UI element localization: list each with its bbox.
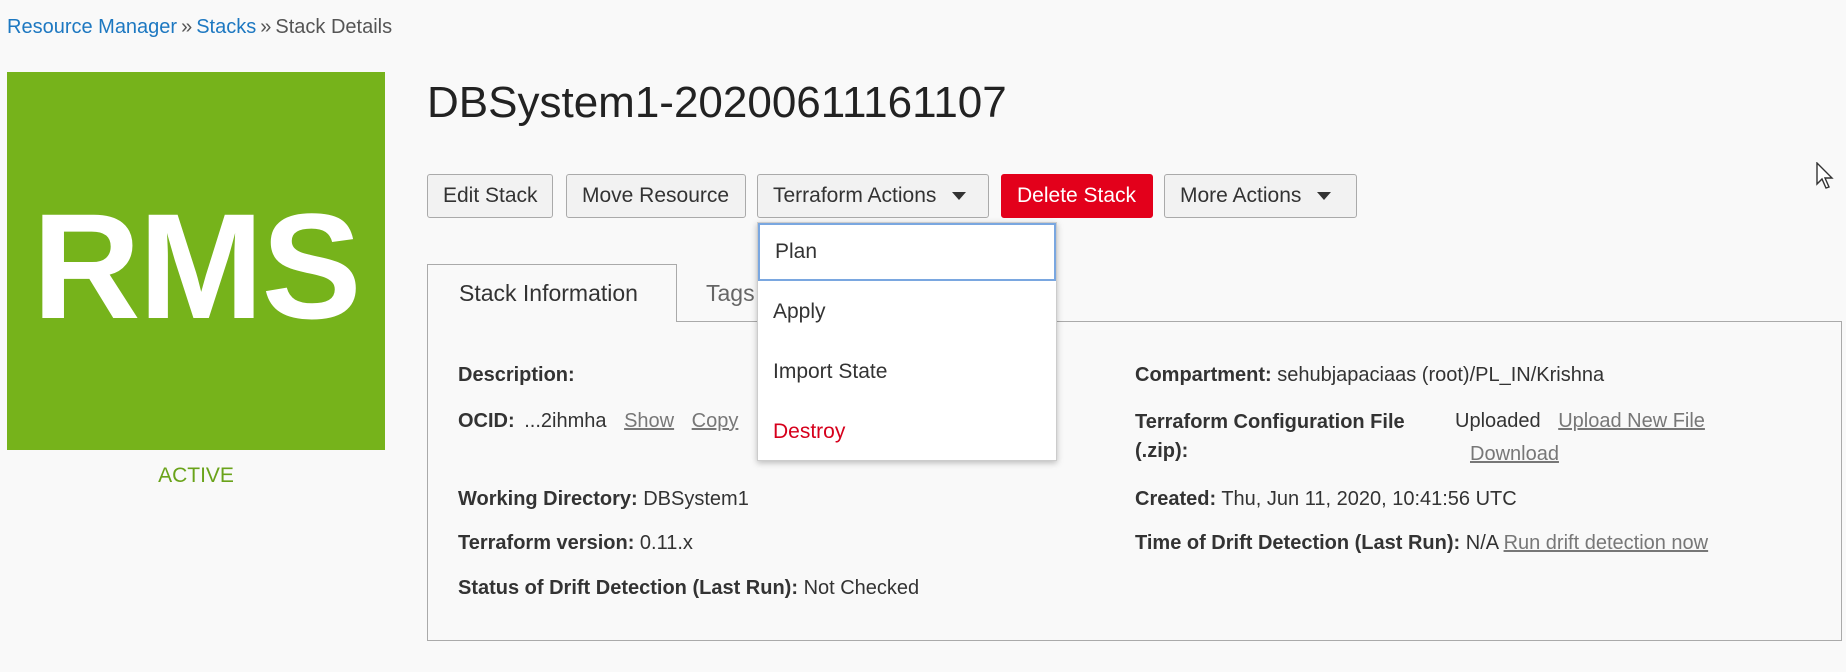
ocid-label: OCID: [458, 410, 515, 432]
delete-stack-label: Delete Stack [1017, 184, 1137, 207]
working-directory-value: DBSystem1 [643, 488, 749, 510]
terraform-actions-label: Terraform Actions [773, 184, 937, 207]
config-file-status: Uploaded [1455, 410, 1541, 432]
config-file-field: Terraform Configuration File (.zip): [1135, 408, 1405, 466]
page-title: DBSystem1-20200611161107 [427, 78, 1007, 127]
download-row: Download [1470, 443, 1559, 466]
breadcrumb-current: Stack Details [275, 16, 393, 38]
config-file-label: Terraform Configuration File [1135, 411, 1405, 433]
logo-text: RMS [32, 182, 361, 350]
created-value: Thu, Jun 11, 2020, 10:41:56 UTC [1221, 488, 1517, 510]
menu-item-apply[interactable]: Apply [758, 283, 1056, 341]
description-field: Description: [458, 364, 575, 387]
breadcrumb-resource-manager[interactable]: Resource Manager [7, 16, 177, 38]
drift-time-label: Time of Drift Detection (Last Run): [1135, 532, 1461, 554]
delete-stack-button[interactable]: Delete Stack [1001, 174, 1153, 218]
drift-status-value: Not Checked [803, 577, 920, 599]
terraform-actions-button[interactable]: Terraform Actions [757, 174, 989, 218]
terraform-version-value: 0.11.x [639, 532, 693, 554]
chevron-down-icon [1317, 192, 1332, 200]
menu-item-label: Apply [773, 300, 826, 323]
breadcrumb-stacks[interactable]: Stacks [196, 16, 256, 38]
ocid-value: ...2ihmha [524, 410, 607, 432]
created-field: Created: Thu, Jun 11, 2020, 10:41:56 UTC [1135, 488, 1517, 511]
ocid-copy-link[interactable]: Copy [692, 410, 739, 432]
menu-item-plan[interactable]: Plan [758, 223, 1056, 281]
tab-stack-information[interactable]: Stack Information [427, 264, 677, 322]
working-directory-label: Working Directory: [458, 488, 638, 510]
drift-status-label: Status of Drift Detection (Last Run): [458, 577, 798, 599]
breadcrumb: Resource Manager» Stacks» Stack Details [7, 16, 392, 39]
download-link[interactable]: Download [1470, 443, 1559, 465]
terraform-version-field: Terraform version: 0.11.x [458, 532, 693, 555]
menu-item-label: Destroy [773, 420, 846, 443]
tab-label: Stack Information [459, 280, 638, 306]
compartment-field: Compartment: sehubjapaciaas (root)/PL_IN… [1135, 364, 1604, 387]
config-file-label-ext: (.zip): [1135, 440, 1189, 462]
menu-item-label: Import State [773, 360, 888, 383]
description-label: Description: [458, 364, 575, 386]
drift-status-field: Status of Drift Detection (Last Run): No… [458, 577, 919, 600]
chevron-down-icon [952, 192, 967, 200]
drift-time-value: N/A [1465, 532, 1498, 554]
more-actions-button[interactable]: More Actions [1164, 174, 1357, 218]
created-label: Created: [1135, 488, 1217, 510]
compartment-label: Compartment: [1135, 364, 1272, 386]
tab-tags[interactable]: Tags [706, 264, 755, 322]
terraform-actions-menu: Plan Apply Import State Destroy [757, 222, 1057, 461]
upload-new-file-link[interactable]: Upload New File [1558, 410, 1705, 432]
menu-item-destroy[interactable]: Destroy [758, 403, 1056, 461]
breadcrumb-separator: » [260, 16, 272, 38]
more-actions-label: More Actions [1180, 184, 1302, 207]
status-badge: ACTIVE [158, 464, 234, 487]
ocid-field: OCID: ...2ihmha Show Copy [458, 410, 738, 433]
menu-item-import-state[interactable]: Import State [758, 343, 1056, 401]
config-file-value-row: Uploaded Upload New File [1455, 410, 1705, 433]
move-resource-button[interactable]: Move Resource [566, 174, 746, 218]
tab-label: Tags [706, 279, 755, 306]
edit-stack-label: Edit Stack [443, 184, 538, 207]
drift-time-field: Time of Drift Detection (Last Run): N/A … [1135, 532, 1708, 555]
stack-logo: RMS [7, 72, 385, 450]
working-directory-field: Working Directory: DBSystem1 [458, 488, 749, 511]
compartment-value: sehubjapaciaas (root)/PL_IN/Krishna [1277, 364, 1605, 386]
terraform-version-label: Terraform version: [458, 532, 635, 554]
move-resource-label: Move Resource [582, 184, 730, 207]
breadcrumb-separator: » [181, 16, 193, 38]
stack-details-page: Resource Manager» Stacks» Stack Details RM… [0, 0, 1846, 672]
mouse-cursor-icon [1816, 161, 1836, 195]
run-drift-detection-link[interactable]: Run drift detection now [1504, 532, 1709, 554]
ocid-show-link[interactable]: Show [624, 410, 674, 432]
edit-stack-button[interactable]: Edit Stack [427, 174, 553, 218]
menu-item-label: Plan [775, 240, 818, 263]
